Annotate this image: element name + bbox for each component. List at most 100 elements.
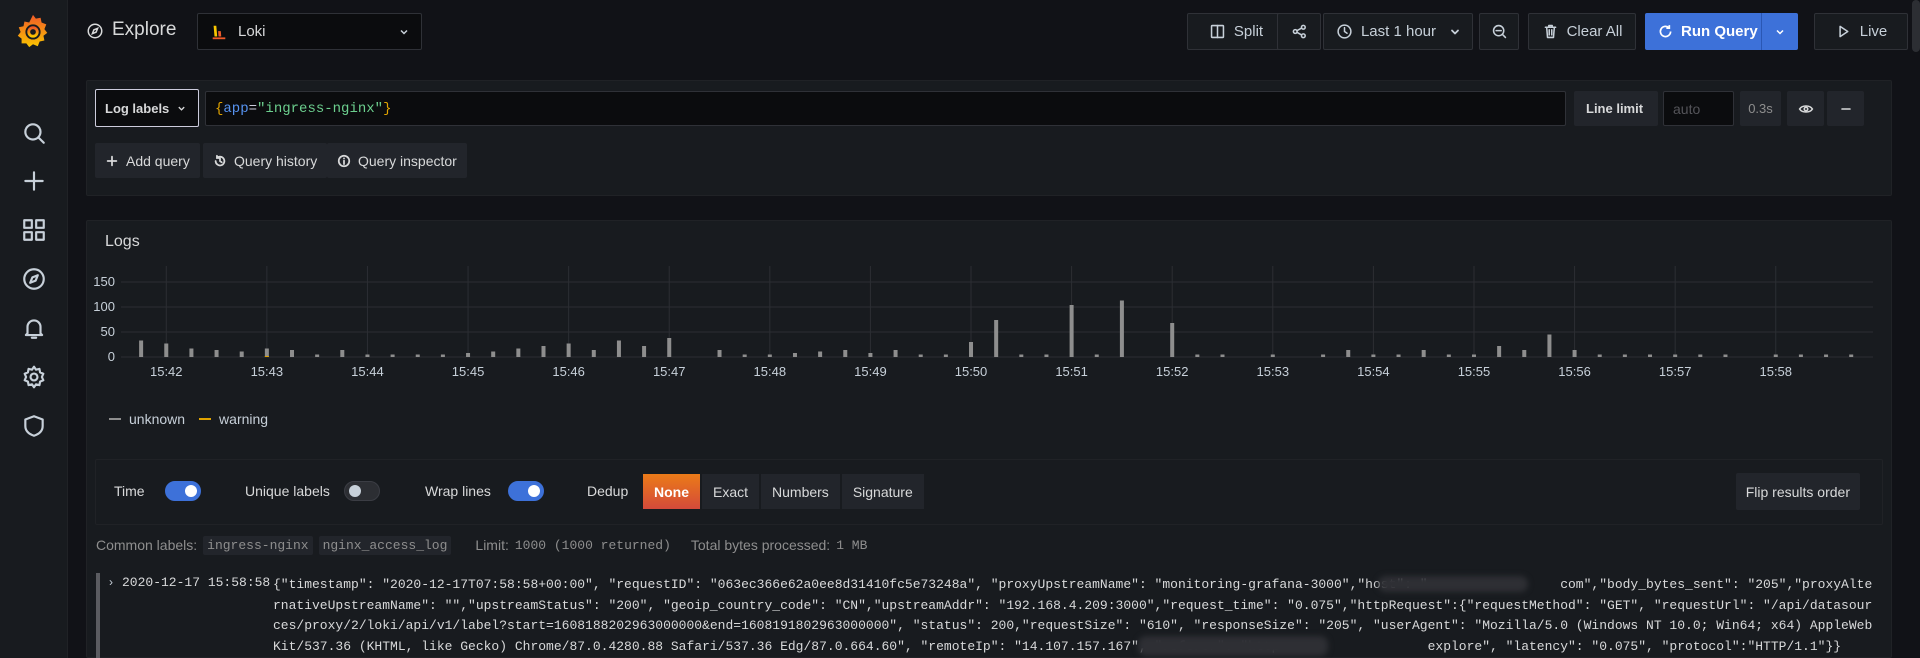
plus-icon[interactable]: [19, 166, 49, 196]
log-labels-button[interactable]: Log labels: [95, 89, 199, 127]
query-operator: =: [248, 100, 258, 117]
common-label-chip: nginx_access_log: [318, 535, 452, 555]
common-labels-label: Common labels:: [96, 537, 198, 553]
shield-icon[interactable]: [19, 411, 49, 441]
settings-gear-icon[interactable]: [19, 362, 49, 392]
chart-bar: [1471, 354, 1476, 357]
dashboards-icon[interactable]: [19, 215, 49, 245]
chart-bar: [1723, 354, 1728, 357]
limit-label: Limit:: [475, 537, 509, 553]
chart-bar: [1798, 354, 1803, 357]
chart-bar: [239, 351, 244, 357]
chart-bar: [365, 354, 370, 357]
chart-bar: [264, 348, 269, 357]
chevron-down-icon: [400, 29, 408, 35]
live-label: Live: [1859, 23, 1888, 40]
page-scrollbar[interactable]: [1912, 0, 1920, 52]
share-button[interactable]: [1277, 13, 1321, 50]
clear-all-button[interactable]: Clear All: [1528, 13, 1636, 50]
chart-bar: [591, 350, 596, 357]
query-label-key: app: [223, 100, 249, 117]
zoom-out-button[interactable]: [1479, 13, 1519, 50]
y-tick-label: 100: [93, 299, 115, 314]
wrap-lines-toggle[interactable]: [508, 481, 544, 501]
logs-meta-row: Common labels: ingress-nginx nginx_acces…: [96, 533, 867, 557]
bytes-processed-label: Total bytes processed:: [690, 537, 831, 553]
flip-results-order-button[interactable]: Flip results order: [1735, 473, 1860, 510]
add-query-button[interactable]: Add query: [95, 143, 200, 178]
dedup-numbers-button[interactable]: Numbers: [760, 473, 841, 510]
legend-swatch: [199, 418, 212, 420]
chart-bar: [1773, 354, 1778, 357]
chart-bar: [264, 356, 269, 357]
x-tick-label: 15:47: [653, 364, 686, 379]
x-tick-label: 15:54: [1357, 364, 1390, 379]
query-inspector-label: Query inspector: [358, 152, 457, 169]
chart-bar: [943, 354, 948, 357]
log-row[interactable]: › 2020-12-17 15:58:58 {"timestamp": "202…: [96, 573, 1884, 658]
line-limit-input[interactable]: auto: [1663, 91, 1734, 126]
explore-compass-icon[interactable]: [19, 264, 49, 294]
alerting-bell-icon[interactable]: [19, 313, 49, 343]
legend-item[interactable]: warning: [199, 411, 268, 427]
refresh-icon: [1659, 25, 1672, 38]
time-range-label: Last 1 hour: [1360, 23, 1437, 40]
chart-bar: [792, 353, 797, 357]
chart-bar: [1119, 300, 1124, 357]
toggle-visibility-button[interactable]: [1787, 91, 1824, 126]
trash-icon: [1544, 24, 1556, 39]
unique-labels-toggle[interactable]: [344, 481, 380, 501]
zoom-out-icon: [1492, 24, 1506, 39]
chevron-down-icon: [1451, 29, 1459, 34]
datasource-picker[interactable]: Loki: [197, 13, 422, 50]
chart-bar: [1069, 305, 1074, 357]
chart-bar: [466, 353, 471, 357]
query-history-button[interactable]: Query history: [203, 143, 328, 178]
search-icon[interactable]: [19, 118, 49, 148]
x-tick-label: 15:50: [955, 364, 988, 379]
remove-query-button[interactable]: [1827, 91, 1864, 126]
run-query-button[interactable]: Run Query: [1645, 13, 1798, 50]
x-tick-label: 15:55: [1458, 364, 1491, 379]
legend-swatch: [109, 418, 121, 420]
log-level-indicator: [96, 573, 100, 658]
chart-bar: [1446, 354, 1451, 357]
query-inspector-button[interactable]: Query inspector: [327, 143, 467, 178]
line-limit-label: Line limit: [1574, 91, 1658, 126]
logs-panel: Logs 0 50 100 150 15:42 15:43 15:44 15:45 15:46 1…: [86, 220, 1892, 658]
time-range-picker[interactable]: Last 1 hour: [1323, 13, 1473, 50]
split-button[interactable]: Split: [1187, 13, 1285, 50]
x-tick-label: 15:51: [1055, 364, 1088, 379]
chart-bar: [139, 340, 144, 357]
chart-bar: [616, 340, 621, 357]
x-tick-label: 15:45: [452, 364, 485, 379]
chart-bar: [290, 350, 295, 357]
minus-icon: [1840, 107, 1851, 110]
chevron-right-icon[interactable]: ›: [109, 575, 113, 589]
x-tick-label: 15:43: [251, 364, 284, 379]
chart-bar: [1522, 350, 1527, 357]
grafana-logo[interactable]: [14, 12, 52, 50]
dedup-signature-button[interactable]: Signature: [840, 473, 925, 510]
query-expression-input[interactable]: {app = "ingress-nginx"}: [205, 91, 1566, 126]
datasource-name: Loki: [238, 23, 266, 40]
chevron-down-icon: [1776, 29, 1784, 35]
chart-bar: [667, 338, 672, 357]
page-title: Explore: [112, 19, 177, 40]
logs-volume-chart[interactable]: 0 50 100 150 15:42 15:43 15:44 15:45 15:46 15:47 1…: [87, 266, 1891, 396]
info-icon: [337, 154, 351, 167]
dedup-exact-button[interactable]: Exact: [701, 473, 761, 510]
live-button[interactable]: Live: [1814, 13, 1908, 50]
eye-icon: [1798, 104, 1813, 113]
unique-labels-toggle-label: Unique labels: [245, 483, 330, 499]
chart-bar: [1547, 334, 1552, 357]
chart-bar: [1170, 323, 1175, 357]
run-query-dropdown[interactable]: [1761, 13, 1798, 50]
legend-item[interactable]: unknown: [109, 411, 185, 427]
dedup-none-button[interactable]: None: [642, 473, 701, 510]
history-icon: [214, 154, 226, 166]
chart-bar: [541, 346, 546, 357]
chart-bar: [1648, 354, 1653, 357]
time-toggle[interactable]: [165, 481, 201, 501]
chart-bar: [1597, 354, 1602, 357]
